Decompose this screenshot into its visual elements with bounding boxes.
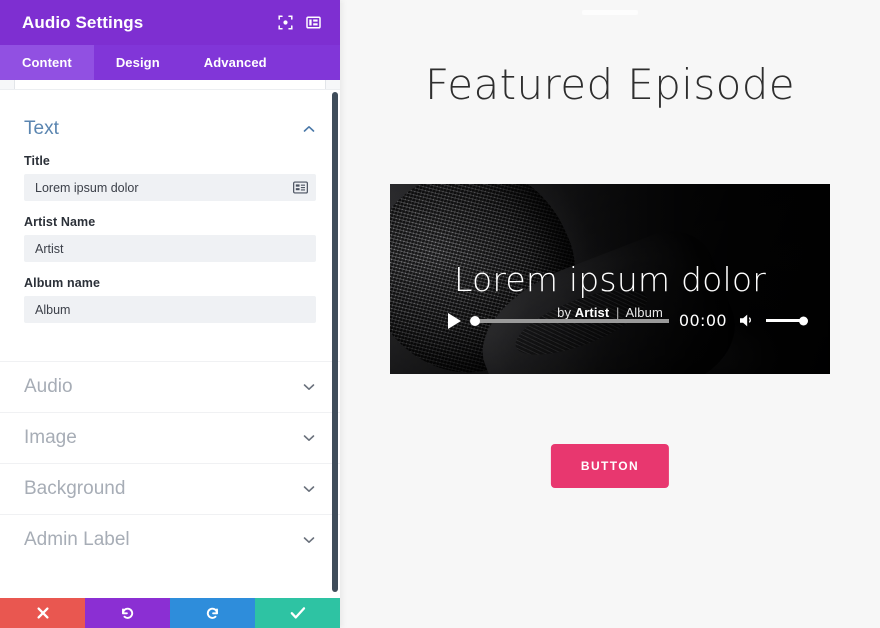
settings-sections: Text Title Lorem ipsum dolor Artist Name… [0,90,340,565]
layout-panel-icon[interactable] [300,10,326,36]
panel-header: Audio Settings [0,0,340,45]
progress-knob[interactable] [470,315,480,326]
player-track-title: Lorem ipsum dolor [453,260,767,299]
chevron-down-icon[interactable] [302,380,316,394]
field-title-control[interactable] [24,174,316,201]
player-controls: 00:00 [390,311,830,330]
save-button[interactable] [255,598,340,628]
cancel-button[interactable] [0,598,85,628]
field-title: Title [0,154,340,201]
chevron-down-icon[interactable] [302,431,316,445]
field-artist-name-label: Artist Name [24,215,96,229]
artist-name-input[interactable] [35,241,308,256]
chevron-down-icon[interactable] [302,533,316,547]
progress-slider[interactable] [470,315,669,326]
volume-slider[interactable] [766,316,808,325]
section-admin-label-label: Admin Label [24,529,130,550]
section-background[interactable]: Background [0,463,340,514]
dynamic-content-icon[interactable] [293,181,308,194]
settings-search-field[interactable] [0,80,340,90]
album-name-input[interactable] [35,302,308,317]
tab-advanced[interactable]: Advanced [182,45,289,80]
section-audio-label: Audio [24,376,73,397]
cta-button[interactable]: BUTTON [550,444,670,488]
section-text-label: Text [24,118,59,139]
chevron-down-icon[interactable] [302,482,316,496]
volume-knob[interactable] [799,316,808,325]
tab-design[interactable]: Design [94,45,182,80]
panel-action-bar [0,598,340,628]
section-text: Text Title Lorem ipsum dolor Artist Name… [0,96,340,345]
field-artist-name-control[interactable] [24,235,316,262]
panel-tabs: Content Design Advanced [0,45,340,80]
builder-screen: Featured Episode Lorem ipsum dolor by Ar… [0,0,880,628]
panel-body: Text Title Lorem ipsum dolor Artist Name… [0,90,340,598]
module-settings-panel: Audio Settings Content Design Advanced T… [0,0,340,628]
field-album-name: Album name [0,276,340,323]
audio-player-module[interactable]: Lorem ipsum dolor by Artist | Album 00:0… [390,184,830,374]
time-display: 00:00 [678,311,727,330]
redo-button[interactable] [170,598,255,628]
checkmark-icon [290,607,305,619]
field-artist-name: Artist Name [0,215,340,262]
chevron-up-icon[interactable] [302,122,316,136]
collapsed-sections: Audio Image Background Admin Label [0,361,340,565]
panel-scrollbar[interactable] [332,92,338,592]
player-text-block: Lorem ipsum dolor by Artist | Album [390,184,830,374]
undo-arrow-icon [122,607,134,619]
section-admin-label[interactable]: Admin Label [0,514,340,565]
section-image[interactable]: Image [0,412,340,463]
focus-target-icon[interactable] [272,10,298,36]
field-title-label: Title [24,154,50,168]
field-album-name-control[interactable] [24,296,316,323]
section-background-label: Background [24,478,126,499]
close-x-icon [36,607,49,619]
redo-arrow-icon [206,607,218,619]
undo-button[interactable] [85,598,170,628]
field-album-name-label: Album name [24,276,101,290]
top-divider [582,10,638,15]
section-text-header[interactable]: Text [0,96,340,154]
section-audio[interactable]: Audio [0,361,340,412]
tab-content[interactable]: Content [0,45,94,80]
section-image-label: Image [24,427,77,448]
page-title: Featured Episode [424,60,796,109]
page-preview-pane: Featured Episode Lorem ipsum dolor by Ar… [340,0,880,628]
title-input[interactable] [35,180,293,195]
panel-title: Audio Settings [22,12,144,32]
play-triangle-icon[interactable] [448,312,461,329]
speaker-volume-icon[interactable] [739,313,756,328]
